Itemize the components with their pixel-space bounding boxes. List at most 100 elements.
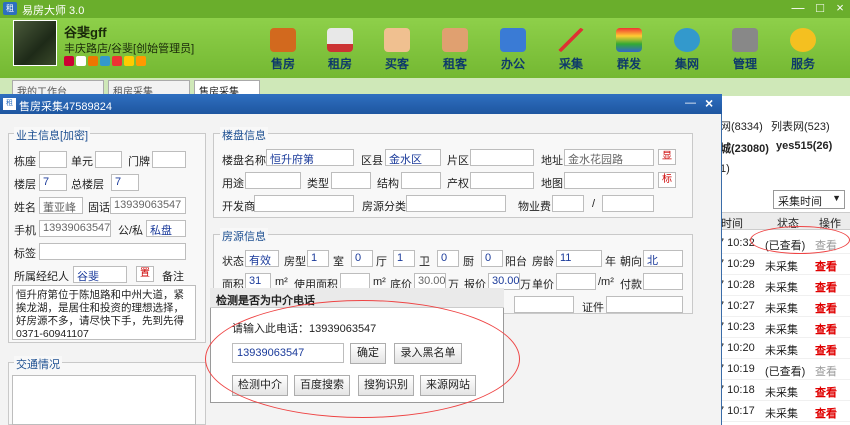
hall-unit: 厅	[376, 256, 387, 268]
property-fee-input[interactable]	[552, 195, 584, 212]
unit-price-label: 单价	[532, 279, 554, 291]
source-count[interactable]: yes515(26)	[776, 140, 832, 152]
nav-collect[interactable]: 采集	[548, 28, 594, 74]
house-icon	[270, 28, 296, 52]
nav-service[interactable]: 服务	[780, 28, 826, 74]
user-name: 谷斐gff	[64, 25, 107, 40]
rooms-input[interactable]: 1	[307, 250, 329, 267]
medal-service-icon	[790, 28, 816, 52]
nav-sell[interactable]: 售房	[260, 28, 306, 74]
list-row: 7 10:23 未采集 查看	[715, 317, 850, 338]
source-count[interactable]: 城(23080)	[720, 140, 769, 156]
door-input[interactable]	[152, 151, 186, 168]
door-label: 门牌	[128, 156, 150, 168]
status-label: 状态	[222, 256, 244, 268]
view-link[interactable]: 查看	[815, 279, 837, 295]
floor-input[interactable]: 7	[39, 174, 67, 191]
property-right-label: 产权	[447, 178, 469, 190]
address-input[interactable]: 金水花园路	[564, 149, 654, 166]
close-icon[interactable]: ×	[832, 1, 848, 15]
developer-input[interactable]	[254, 195, 354, 212]
nav-office[interactable]: 办公	[490, 28, 536, 74]
remark-label: 备注	[162, 271, 184, 283]
minimize-icon[interactable]: —	[790, 1, 806, 15]
unit-input[interactable]	[95, 151, 122, 168]
view-link[interactable]: 查看	[815, 363, 837, 379]
row-time: 7 10:18	[718, 384, 755, 396]
view-link[interactable]: 查看	[815, 342, 837, 358]
view-link[interactable]: 查看	[815, 384, 837, 400]
nav-rent[interactable]: 租房	[317, 28, 363, 74]
ownership-type-select[interactable]: 私盘	[146, 220, 186, 237]
building-input[interactable]	[39, 151, 67, 168]
row-time: 7 10:29	[718, 258, 755, 270]
nav-tenant[interactable]: 租客	[432, 28, 478, 74]
nav-network[interactable]: 集网	[664, 28, 710, 74]
source-count[interactable]: 网(8334)	[720, 118, 763, 134]
nav-manage[interactable]: 管理	[722, 28, 768, 74]
row-time: 7 10:27	[718, 300, 755, 312]
property-fee-unit-input[interactable]	[602, 195, 654, 212]
certificate-label: 证件	[582, 302, 604, 314]
mobile-label: 手机	[14, 225, 36, 237]
list-row: 7 10:29 未采集 查看	[715, 254, 850, 275]
mark-map-button[interactable]: 标	[658, 172, 676, 188]
baths-input[interactable]: 1	[393, 250, 415, 267]
view-link[interactable]: 查看	[815, 405, 837, 421]
app-title: 易房大师 3.0	[22, 5, 85, 17]
window-titlebar: 租 售房采集47589824 — ×	[0, 94, 722, 114]
nav-buyer[interactable]: 买客	[374, 28, 420, 74]
age-input[interactable]: 11	[556, 250, 602, 267]
property-right-select[interactable]	[470, 172, 534, 189]
sort-select[interactable]: 采集时间 ▼	[773, 190, 845, 209]
structure-select[interactable]	[401, 172, 441, 189]
tel-input[interactable]: 13939063547	[110, 197, 186, 214]
chevron-down-icon: ▼	[832, 193, 841, 203]
certificate-input[interactable]	[606, 296, 683, 313]
avatar[interactable]	[13, 20, 57, 66]
estate-name-input[interactable]: 恒升府第	[266, 149, 354, 166]
set-agent-button[interactable]: 置	[136, 266, 154, 282]
area-select[interactable]	[470, 149, 534, 166]
view-link[interactable]: 查看	[815, 321, 837, 337]
age-label: 房龄	[532, 256, 554, 268]
window-close-icon[interactable]: ×	[705, 95, 713, 111]
agent-input[interactable]: 谷斐	[73, 266, 127, 283]
estate-name-label: 楼盘名称	[222, 155, 266, 167]
structure-label: 结构	[377, 178, 399, 190]
source-class-select[interactable]	[406, 195, 506, 212]
remark-textarea[interactable]: 恒升府第位于陈旭路和中州大道，紧挨龙湖，是居住和投资的理想选择，好房源不多，请尽…	[12, 285, 196, 340]
traffic-textarea[interactable]	[12, 375, 196, 425]
usage-select[interactable]	[245, 172, 301, 189]
payment-select[interactable]	[643, 273, 683, 290]
list-row: 7 10:28 未采集 查看	[715, 275, 850, 296]
extra-input[interactable]	[514, 296, 574, 313]
maximize-icon[interactable]: □	[812, 1, 828, 15]
orientation-select[interactable]: 北	[643, 250, 683, 267]
unit-price-input[interactable]	[556, 273, 596, 290]
window-minimize-icon[interactable]: —	[685, 97, 696, 109]
view-link[interactable]: 查看	[815, 258, 837, 274]
map-input[interactable]	[564, 172, 654, 189]
nav-broadcast[interactable]: 群发	[606, 28, 652, 74]
show-address-button[interactable]: 显	[658, 149, 676, 165]
type-select[interactable]	[331, 172, 371, 189]
lock-icon	[136, 56, 146, 66]
tag-input[interactable]	[39, 243, 186, 260]
kitchens-input[interactable]: 0	[437, 250, 459, 267]
halls-input[interactable]: 0	[351, 250, 373, 267]
row-status: 未采集	[765, 345, 798, 357]
row-status: 未采集	[765, 387, 798, 399]
unit-label: 单元	[71, 156, 93, 168]
view-link[interactable]: 查看	[815, 300, 837, 316]
shirt-icon	[76, 56, 86, 66]
status-select[interactable]: 有效	[245, 250, 279, 267]
usage-label: 用途	[222, 178, 244, 190]
total-floor-input[interactable]: 7	[111, 174, 139, 191]
floor-label: 楼层	[14, 179, 36, 191]
balconies-input[interactable]: 0	[481, 250, 503, 267]
mobile-input[interactable]: 13939063547	[39, 220, 111, 237]
name-input[interactable]: 董亚峰	[39, 197, 83, 214]
source-count[interactable]: 列表网(523)	[771, 118, 830, 134]
district-select[interactable]: 金水区	[385, 149, 441, 166]
